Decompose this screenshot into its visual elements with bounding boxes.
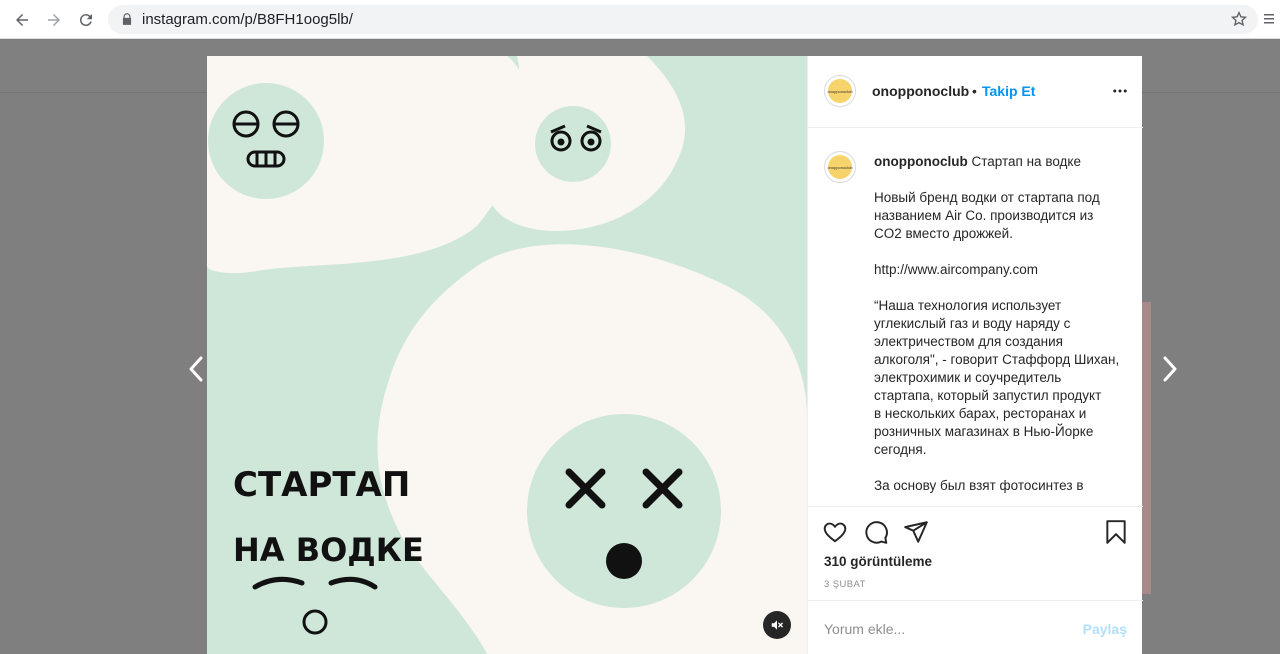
post-media[interactable]: СТАРТАП НА ВОДКЕ: [207, 56, 807, 654]
follow-button[interactable]: Takip Et: [982, 83, 1035, 99]
author-avatar[interactable]: onopponoclub: [824, 75, 856, 107]
caption-text-block: onopponoclub Стартап на водке Новый брен…: [874, 153, 1124, 495]
browser-menu-icon[interactable]: [1262, 12, 1276, 26]
post-date[interactable]: 3 ŞUBAT: [824, 579, 866, 590]
post-comment-button[interactable]: Paylaş: [1083, 621, 1127, 637]
reload-icon[interactable]: [74, 8, 98, 32]
like-heart-icon[interactable]: [822, 519, 848, 545]
bookmark-star-icon[interactable]: [1230, 10, 1248, 28]
caption-username[interactable]: onopponoclub: [874, 154, 968, 169]
caption-area: onopponoclub onopponoclub Стартап на вод…: [808, 129, 1143, 506]
avatar-logo-text: onopponoclub: [827, 88, 853, 94]
author-username[interactable]: onopponoclub: [872, 83, 969, 99]
url-text[interactable]: instagram.com/p/B8FH1oog5lb/: [142, 11, 353, 28]
share-paper-plane-icon[interactable]: [903, 519, 929, 545]
image-title-line1: СТАРТАП: [233, 465, 410, 505]
browser-toolbar: instagram.com/p/B8FH1oog5lb/: [0, 0, 1280, 39]
view-count[interactable]: 310 görüntüleme: [824, 554, 932, 569]
header-separator: •: [972, 83, 977, 99]
post-illustration: СТАРТАП НА ВОДКЕ: [207, 56, 807, 654]
mute-toggle-button[interactable]: [763, 611, 791, 639]
post-modal: СТАРТАП НА ВОДКЕ onopponoclub onopponocl…: [207, 56, 1143, 654]
save-bookmark-icon[interactable]: [1103, 519, 1129, 545]
comment-input[interactable]: Yorum ekle...: [824, 621, 905, 637]
forward-icon[interactable]: [42, 8, 66, 32]
image-title-line2: НА ВОДКЕ: [233, 531, 424, 569]
more-options-icon[interactable]: [1111, 82, 1129, 100]
caption-title: Стартап на водке: [971, 154, 1082, 169]
post-header: onopponoclub onopponoclub • Takip Et: [808, 56, 1143, 128]
backdrop-side-element: [1142, 302, 1151, 594]
previous-post-arrow-icon[interactable]: [186, 354, 206, 384]
address-bar[interactable]: instagram.com/p/B8FH1oog5lb/: [108, 5, 1258, 34]
lock-icon: [122, 13, 132, 25]
speaker-muted-icon: [771, 620, 783, 630]
back-icon[interactable]: [10, 8, 34, 32]
caption-text: Новый бренд водки от стартапа под назван…: [874, 190, 1120, 493]
post-details-panel: onopponoclub onopponoclub • Takip Et ono…: [807, 56, 1143, 654]
comment-bubble-icon[interactable]: [863, 519, 889, 545]
post-actions: 310 görüntüleme 3 ŞUBAT: [808, 506, 1143, 600]
caption-avatar-logo-text: onopponoclub: [827, 164, 853, 170]
comment-box: Yorum ekle... Paylaş: [808, 600, 1143, 654]
caption-author-avatar[interactable]: onopponoclub: [824, 151, 856, 183]
next-post-arrow-icon[interactable]: [1160, 354, 1180, 384]
